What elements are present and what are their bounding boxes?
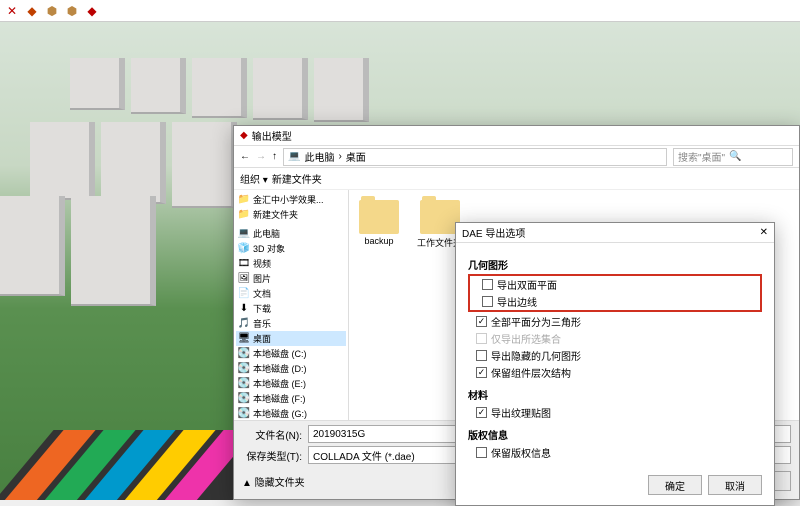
tree-icon: 💽 bbox=[238, 393, 250, 405]
opt-edges[interactable]: 导出边线 bbox=[474, 293, 756, 310]
tree-icon: 💽 bbox=[238, 408, 250, 420]
tree-icon: 📁 bbox=[238, 194, 250, 206]
tree-label: 下载 bbox=[253, 302, 271, 315]
search-placeholder: 搜索"桌面" bbox=[678, 149, 725, 164]
tree-label: 金汇中小学效果... bbox=[253, 193, 324, 206]
tree-label: 新建文件夹 bbox=[253, 208, 298, 221]
dialog-title-text: 输出模型 bbox=[252, 128, 292, 143]
tree-icon: 🧊 bbox=[238, 243, 250, 255]
opt-selection-only: 仅导出所选集合 bbox=[468, 330, 762, 347]
folder-icon bbox=[420, 200, 460, 234]
nav-back-icon[interactable]: ← bbox=[240, 151, 250, 162]
tool-ruby-icon[interactable]: ◆ bbox=[84, 3, 100, 19]
tree-label: 视频 bbox=[253, 257, 271, 270]
tree-item[interactable]: 💽本地磁盘 (G:) bbox=[236, 406, 346, 420]
folder-tree[interactable]: 📁金汇中小学效果...📁新建文件夹💻此电脑🧊3D 对象🎞视频🖼图片📄文档⬇下载🎵… bbox=[234, 190, 349, 420]
ok-button[interactable]: 确定 bbox=[648, 475, 702, 495]
pc-icon: 💻 bbox=[288, 151, 300, 162]
tree-icon: ⬇ bbox=[238, 303, 250, 315]
tree-icon: 🖥 bbox=[238, 333, 250, 345]
opt-two-sided[interactable]: 导出双面平面 bbox=[474, 276, 756, 293]
tree-icon: 🖼 bbox=[238, 273, 250, 285]
tree-icon: 💻 bbox=[238, 228, 250, 240]
opt-hidden-geom[interactable]: 导出隐藏的几何图形 bbox=[468, 347, 762, 364]
tree-item[interactable]: 📄文档 bbox=[236, 286, 346, 301]
tree-label: 图片 bbox=[253, 272, 271, 285]
tree-icon: 🎞 bbox=[238, 258, 250, 270]
folder-item[interactable]: backup bbox=[359, 200, 399, 246]
tree-icon: 📁 bbox=[238, 209, 250, 221]
nav-fwd-icon[interactable]: → bbox=[256, 151, 266, 162]
opt-triangulate[interactable]: ✓全部平面分为三角形 bbox=[468, 313, 762, 330]
tree-icon: 💽 bbox=[238, 363, 250, 375]
tree-icon: 💽 bbox=[238, 348, 250, 360]
opt-hierarchy[interactable]: ✓保留组件层次结构 bbox=[468, 364, 762, 381]
folder-label: backup bbox=[364, 236, 393, 246]
tree-item[interactable]: 📁金汇中小学效果... bbox=[236, 192, 346, 207]
tree-label: 桌面 bbox=[253, 332, 271, 345]
dae-options-dialog: DAE 导出选项 ✕ 几何图形 导出双面平面 导出边线 ✓全部平面分为三角形 仅… bbox=[455, 222, 775, 506]
section-material: 材料 bbox=[468, 387, 762, 402]
tree-item[interactable]: ⬇下载 bbox=[236, 301, 346, 316]
breadcrumb[interactable]: 💻 此电脑 › 桌面 bbox=[283, 148, 667, 166]
tool-render-icon[interactable]: ⬢ bbox=[44, 3, 60, 19]
dae-options-title: DAE 导出选项 bbox=[462, 225, 525, 240]
tree-item[interactable]: 🖥桌面 bbox=[236, 331, 346, 346]
tree-label: 此电脑 bbox=[253, 227, 280, 240]
tree-label: 音乐 bbox=[253, 317, 271, 330]
tree-label: 3D 对象 bbox=[253, 242, 285, 255]
app-toolbar: ✕ ◆ ⬢ ⬢ ◆ bbox=[0, 0, 800, 22]
savetype-label: 保存类型(T): bbox=[242, 448, 302, 463]
tree-icon: 🎵 bbox=[238, 318, 250, 330]
tool-preset-icon[interactable]: ⬢ bbox=[64, 3, 80, 19]
tool-plugin-icon[interactable]: ◆ bbox=[24, 3, 40, 19]
tree-label: 本地磁盘 (E:) bbox=[253, 377, 306, 390]
tree-item[interactable]: 🖼图片 bbox=[236, 271, 346, 286]
tree-icon: 💽 bbox=[238, 378, 250, 390]
organize-menu[interactable]: 组织 ▾ bbox=[240, 171, 268, 186]
tree-item[interactable]: 💽本地磁盘 (E:) bbox=[236, 376, 346, 391]
tree-item[interactable]: 💽本地磁盘 (F:) bbox=[236, 391, 346, 406]
section-geometry: 几何图形 bbox=[468, 257, 762, 272]
tree-label: 本地磁盘 (C:) bbox=[253, 347, 307, 360]
tool-cut-icon[interactable]: ✕ bbox=[4, 3, 20, 19]
app-icon: ◆ bbox=[240, 130, 248, 141]
tree-item[interactable]: 🎞视频 bbox=[236, 256, 346, 271]
tree-icon: 📄 bbox=[238, 288, 250, 300]
filename-label: 文件名(N): bbox=[242, 427, 302, 442]
search-input[interactable]: 搜索"桌面" 🔍 bbox=[673, 148, 793, 166]
tree-label: 本地磁盘 (D:) bbox=[253, 362, 307, 375]
tree-label: 文档 bbox=[253, 287, 271, 300]
export-dialog-title: ◆ 输出模型 bbox=[234, 126, 799, 146]
folder-icon bbox=[359, 200, 399, 234]
tree-item[interactable]: 💻此电脑 bbox=[236, 226, 346, 241]
tree-label: 本地磁盘 (F:) bbox=[253, 392, 306, 405]
tree-item[interactable]: 📁新建文件夹 bbox=[236, 207, 346, 222]
tree-item[interactable]: 💽本地磁盘 (C:) bbox=[236, 346, 346, 361]
tree-item[interactable]: 🎵音乐 bbox=[236, 316, 346, 331]
close-icon[interactable]: ✕ bbox=[760, 227, 768, 238]
highlight-box: 导出双面平面 导出边线 bbox=[468, 274, 762, 312]
hide-folders-toggle[interactable]: ▲ 隐藏文件夹 bbox=[242, 474, 305, 489]
opt-credits[interactable]: 保留版权信息 bbox=[468, 444, 762, 461]
tree-label: 本地磁盘 (G:) bbox=[253, 407, 307, 420]
opt-textures[interactable]: ✓导出纹理贴图 bbox=[468, 404, 762, 421]
nav-up-icon[interactable]: ↑ bbox=[272, 151, 277, 162]
cancel-button-dae[interactable]: 取消 bbox=[708, 475, 762, 495]
section-credits: 版权信息 bbox=[468, 427, 762, 442]
tree-item[interactable]: 🧊3D 对象 bbox=[236, 241, 346, 256]
new-folder-button[interactable]: 新建文件夹 bbox=[272, 171, 322, 186]
tree-item[interactable]: 💽本地磁盘 (D:) bbox=[236, 361, 346, 376]
search-icon: 🔍 bbox=[729, 151, 741, 162]
